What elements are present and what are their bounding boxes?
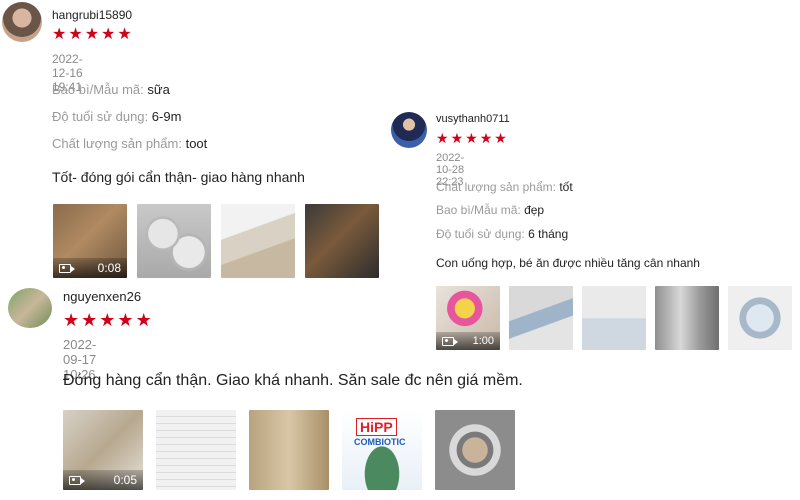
star-icon: ★ [135,310,152,330]
attribute-row: Chất lượng sản phẩm: toot [52,136,207,151]
rating-stars: ★ ★ ★ ★ ★ [436,131,507,145]
username[interactable]: vusythanh0711 [436,113,510,125]
username[interactable]: hangrubi15890 [52,8,132,22]
star-icon: ★ [494,130,507,146]
video-thumbnail[interactable]: 0:08 [53,204,127,278]
star-icon: ★ [117,310,134,330]
attribute-label: Độ tuổi sử dụng: [436,227,525,241]
image-thumbnail[interactable] [435,410,515,490]
attribute-label: Bao bì/Mẫu mã: [436,203,521,217]
video-camera-icon [69,475,85,485]
image-thumbnail[interactable] [509,286,573,350]
media-gallery: 1:00 [436,286,792,350]
star-icon: ★ [450,130,464,146]
star-icon: ★ [52,26,67,43]
attribute-row: Bao bì/Mẫu mã: đẹp [436,203,544,217]
star-icon: ★ [84,26,100,43]
media-gallery: 0:05 HiPP COMBIOTIC [63,410,515,490]
image-thumbnail[interactable] [655,286,719,350]
attribute-value: 6 tháng [528,227,569,241]
review-comment: Con uống hợp, bé ăn được nhiều tăng cân … [436,256,700,270]
star-icon: ★ [117,26,132,43]
star-icon: ★ [101,26,116,43]
video-overlay: 1:00 [436,332,500,350]
rating-stars: ★ ★ ★ ★ ★ [63,311,152,329]
star-icon: ★ [63,310,80,330]
star-icon: ★ [465,130,478,146]
avatar[interactable] [391,112,427,148]
video-overlay: 0:08 [53,258,127,278]
product-brand-label: HiPP [356,418,397,436]
video-thumbnail[interactable]: 1:00 [436,286,500,350]
avatar[interactable] [8,288,52,328]
video-duration: 1:00 [472,335,494,347]
video-camera-icon [59,263,75,273]
attribute-label: Bao bì/Mẫu mã: [52,82,144,97]
star-icon: ★ [436,130,449,146]
image-thumbnail[interactable] [137,204,211,278]
rating-stars: ★ ★ ★ ★ ★ [52,27,132,43]
attribute-value: toot [185,136,208,151]
star-icon: ★ [68,26,83,43]
attribute-row: Độ tuổi sử dụng: 6 tháng [436,227,568,241]
attribute-label: Chất lượng sản phẩm: [52,136,182,151]
attribute-value: tốt [559,180,573,194]
video-camera-icon [442,336,458,346]
star-icon: ★ [81,310,98,330]
star-icon: ★ [99,310,116,330]
image-thumbnail[interactable]: HiPP COMBIOTIC [342,410,422,490]
attribute-value: sữa [147,82,170,97]
video-duration: 0:08 [97,261,121,275]
image-thumbnail[interactable] [249,410,329,490]
attribute-value: 6-9m [151,109,182,124]
video-overlay: 0:05 [63,470,143,490]
image-thumbnail[interactable] [156,410,236,490]
attribute-row: Chất lượng sản phẩm: tốt [436,180,573,194]
attribute-label: Độ tuổi sử dụng: [52,109,149,124]
username[interactable]: nguyenxen26 [63,289,141,304]
avatar[interactable] [2,2,42,42]
attribute-row: Độ tuổi sử dụng: 6-9m [52,109,181,124]
review-comment: Đóng hàng cẩn thận. Giao khá nhanh. Săn … [63,372,523,389]
media-gallery: 0:08 [53,204,379,278]
attribute-label: Chất lượng sản phẩm: [436,180,556,194]
image-thumbnail[interactable] [728,286,792,350]
attribute-value: đẹp [524,203,545,217]
star-icon: ★ [479,130,493,146]
review-comment: Tốt- đóng gói cẩn thận- giao hàng nhanh [52,169,305,185]
video-thumbnail[interactable]: 0:05 [63,410,143,490]
image-thumbnail[interactable] [221,204,295,278]
product-line-label: COMBIOTIC [354,437,406,447]
attribute-row: Bao bì/Mẫu mã: sữa [52,82,170,97]
video-duration: 0:05 [113,473,137,487]
image-thumbnail[interactable] [305,204,379,278]
image-thumbnail[interactable] [582,286,646,350]
